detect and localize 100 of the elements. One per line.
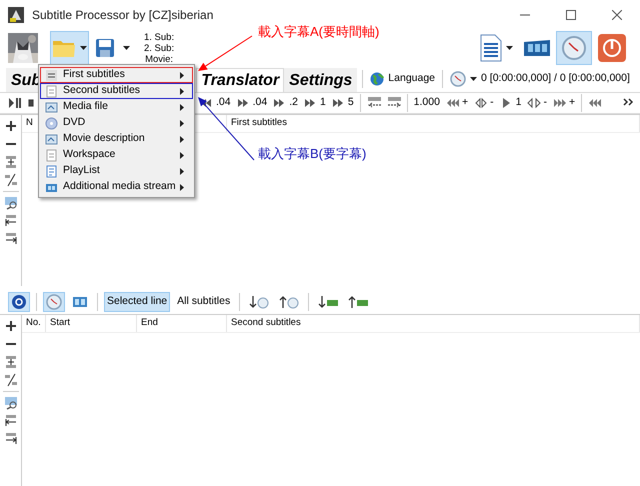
caret-icon — [123, 46, 130, 50]
submenu-arrow-icon — [180, 88, 184, 94]
play-pause-icon — [8, 96, 22, 110]
window-title: Subtitle Processor by [CZ]siberian — [32, 7, 214, 24]
submenu-arrow-icon — [180, 184, 184, 190]
plus-button[interactable] — [4, 119, 18, 133]
menu-item[interactable]: Additional media stream — [40, 179, 193, 195]
submenu-arrow-icon — [180, 136, 184, 142]
player-button[interactable] — [28, 98, 34, 108]
join-left-button[interactable] — [4, 414, 18, 428]
app-icon — [8, 7, 24, 23]
close-icon — [612, 10, 622, 20]
submenu-arrow-icon — [180, 168, 184, 174]
column-header: No. — [26, 316, 41, 330]
plus-icon — [4, 319, 18, 333]
insert-line-icon — [4, 155, 18, 169]
column-header: N — [26, 116, 33, 130]
clock-icon — [561, 35, 587, 61]
annotation-text: 載入字幕A(要時間軸) — [258, 23, 380, 41]
join-right-button[interactable] — [4, 432, 18, 446]
step-button[interactable]: .2 — [273, 95, 298, 111]
globe-icon — [370, 72, 384, 86]
shift-right-icon — [386, 96, 401, 110]
step-button[interactable]: - — [527, 95, 547, 111]
find-button[interactable] — [4, 196, 18, 210]
insert-line-button[interactable] — [4, 355, 18, 369]
language-button[interactable]: Language — [368, 68, 438, 90]
step-button[interactable]: - — [474, 95, 494, 111]
film-icon — [72, 296, 88, 308]
clock-icon — [46, 294, 62, 310]
tab[interactable]: Settings — [284, 68, 358, 92]
info-label: Movie: — [144, 54, 174, 64]
caret-icon — [470, 77, 478, 81]
document-icon — [480, 34, 502, 62]
join-left-icon — [4, 214, 18, 228]
join-left-icon — [4, 414, 18, 428]
document-icon — [45, 148, 58, 162]
find-icon — [4, 196, 18, 210]
split-button[interactable] — [4, 173, 18, 187]
player-button[interactable] — [8, 96, 22, 110]
step-button[interactable]: .04 — [236, 95, 268, 111]
annotation-arrow — [198, 36, 252, 71]
fast-forward-icon — [552, 96, 567, 110]
film-icon — [523, 39, 551, 57]
shift-left-icon — [366, 96, 381, 110]
find-button[interactable] — [4, 396, 18, 410]
insert-line-button[interactable] — [4, 155, 18, 169]
down-clock-icon — [249, 295, 270, 309]
submenu-arrow-icon — [180, 72, 184, 78]
power-icon — [597, 33, 627, 63]
join-right-button[interactable] — [4, 232, 18, 246]
split-icon — [4, 373, 18, 387]
down-film-icon — [318, 295, 338, 309]
menu-item[interactable]: First subtitles — [40, 67, 193, 83]
save-icon — [95, 38, 115, 58]
player-button[interactable] — [386, 96, 401, 110]
maximize-icon — [566, 10, 576, 20]
split-icon — [4, 173, 18, 187]
plus-button[interactable] — [4, 319, 18, 333]
menu-item[interactable]: DVD — [40, 115, 193, 131]
menu-item[interactable]: Workspace — [40, 147, 193, 163]
step-button[interactable]: + — [446, 95, 468, 111]
help-button[interactable] — [8, 292, 30, 312]
plus-icon — [4, 119, 18, 133]
narrow-icon — [474, 96, 488, 110]
document-icon — [45, 84, 58, 98]
submenu-arrow-icon — [180, 120, 184, 126]
filter-button[interactable]: Selected line — [104, 292, 170, 312]
menu-item[interactable]: Media file — [40, 99, 193, 115]
disc-icon — [45, 116, 58, 130]
column-header: End — [141, 316, 158, 330]
caret-icon — [506, 46, 513, 50]
up-clock-icon — [279, 295, 300, 309]
stop-icon — [28, 98, 34, 108]
menu-item[interactable]: Movie description — [40, 131, 193, 147]
column-header: Start — [50, 316, 70, 330]
time-readout[interactable]: 0 [0:00:00,000] / 0 [0:00:00,000] — [448, 68, 632, 90]
menu-item[interactable]: PlayList — [40, 163, 193, 179]
widen-icon — [527, 96, 542, 110]
info-label: 1. Sub: — [144, 32, 174, 42]
split-button[interactable] — [4, 373, 18, 387]
tab[interactable]: Translator — [196, 68, 284, 92]
annotation-arrow — [198, 97, 254, 160]
step-button[interactable]: 1 — [304, 95, 326, 111]
up-film-icon — [348, 295, 368, 309]
list-icon — [45, 164, 58, 178]
disc-icon — [11, 294, 27, 310]
insert-line-icon — [4, 355, 18, 369]
join-left-button[interactable] — [4, 214, 18, 228]
join-right-icon — [4, 432, 18, 446]
menu-item[interactable]: Second subtitles — [40, 83, 193, 99]
column-header: First subtitles — [231, 116, 287, 130]
step-button[interactable]: + — [552, 95, 576, 111]
step-button[interactable]: 1 — [500, 95, 522, 111]
filter-button[interactable]: All subtitles — [174, 292, 234, 312]
step-button[interactable]: 1.000 — [414, 95, 440, 111]
submenu-arrow-icon — [180, 152, 184, 158]
step-button[interactable]: 5 — [332, 95, 354, 111]
caret-icon — [80, 46, 87, 50]
player-button[interactable] — [366, 96, 381, 110]
